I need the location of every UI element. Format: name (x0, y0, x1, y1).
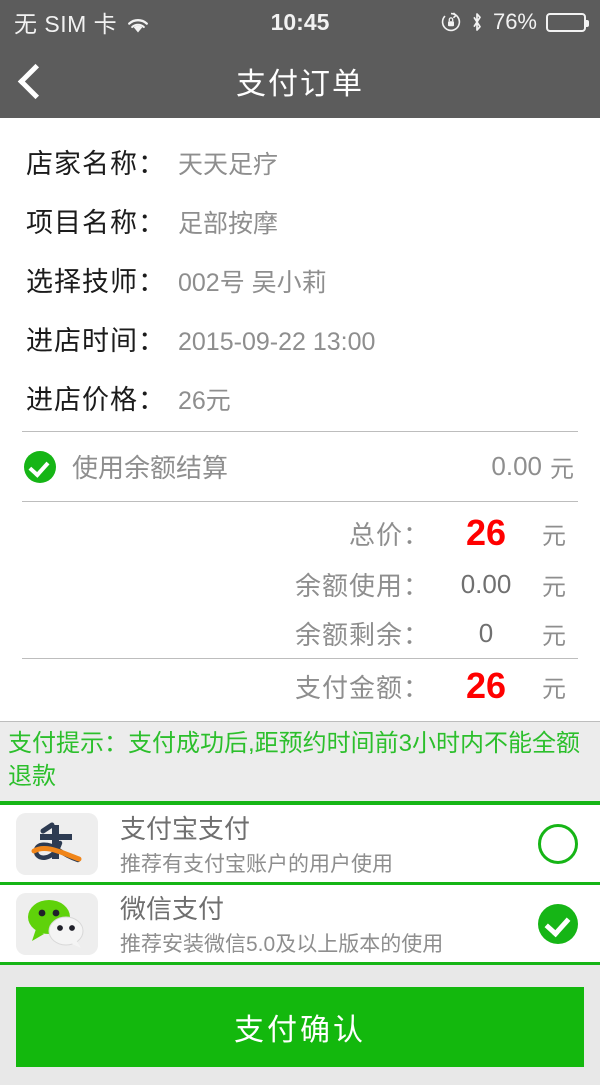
order-info-row: 进店时间： 2015-09-22 13:00 (0, 309, 600, 368)
alipay-icon (16, 812, 98, 875)
order-info-row: 进店价格： 26元 (0, 368, 600, 427)
summary-value: 26 (465, 512, 507, 553)
balance-label: 使用余额结算 (72, 453, 229, 483)
order-info-label: 进店价格： (26, 385, 166, 415)
page-title: 支付订单 (236, 68, 364, 101)
summary-label: 余额使用： (294, 571, 430, 601)
order-info-value: 2015-09-22 13:00 (178, 328, 376, 356)
order-info-label: 项目名称： (26, 208, 166, 238)
order-info-label: 进店时间： (26, 326, 166, 356)
back-chevron-icon (17, 63, 53, 99)
summary-label: 余额剩余： (294, 620, 430, 650)
wechat-text: 微信支付 推荐安装微信5.0及以上版本的使用 (120, 889, 443, 958)
summary-label: 总价： (348, 519, 430, 550)
status-bar-right: 76% (441, 9, 589, 35)
summary-value: 26 (465, 665, 507, 706)
order-info-list: 店家名称： 天天足疗 项目名称： 足部按摩 选择技师： 002号 吴小莉 进店时… (0, 118, 600, 431)
wifi-icon (126, 13, 150, 33)
payment-method-title: 支付宝支付 (120, 814, 251, 845)
balance-check-icon[interactable] (24, 450, 56, 483)
summary-value: 0 (478, 618, 494, 648)
summary-row-total: 总价： 26 元 (0, 506, 600, 560)
order-info-row: 项目名称： 足部按摩 (0, 191, 600, 250)
payment-summary: 总价： 26 元 余额使用： 0.00 元 余额剩余： 0 元 支付金额： 26… (0, 502, 600, 713)
order-info-label: 选择技师： (26, 267, 166, 297)
rotation-lock-icon (441, 12, 461, 32)
payment-method-subtitle: 推荐有支付宝账户的用户使用 (120, 853, 393, 877)
bluetooth-icon (470, 12, 484, 32)
alipay-radio[interactable] (538, 823, 578, 864)
summary-row-payable: 支付金额： 26 元 (0, 659, 600, 713)
battery-icon (546, 12, 589, 32)
payment-method-title: 微信支付 (120, 894, 225, 925)
summary-row-balance-remaining: 余额剩余： 0 元 (0, 609, 600, 658)
payment-method-subtitle: 推荐安装微信5.0及以上版本的使用 (120, 933, 444, 957)
order-info-value: 26元 (178, 387, 231, 415)
summary-unit: 元 (542, 623, 566, 650)
order-info-value: 天天足疗 (178, 151, 279, 179)
navigation-bar: 支付订单 (0, 44, 600, 118)
wechat-radio[interactable] (538, 903, 578, 944)
order-info-row: 店家名称： 天天足疗 (0, 132, 600, 191)
use-balance-row[interactable]: 使用余额结算 0.00 元 (0, 432, 600, 501)
status-bar: 无 SIM 卡 10:45 76% (0, 0, 600, 44)
wechat-pay-icon (16, 892, 98, 955)
back-button[interactable] (0, 44, 64, 118)
order-info-value: 002号 吴小莉 (178, 269, 327, 297)
summary-value: 0.00 (460, 569, 512, 599)
balance-amount: 0.00 (491, 451, 542, 481)
summary-label: 支付金额： (294, 672, 430, 703)
footer: 支付确认 (0, 965, 600, 1085)
carrier-label: 无 SIM 卡 (14, 11, 118, 37)
payment-notice: 支付提示：支付成功后,距预约时间前3小时内不能全额退款 (0, 721, 600, 806)
confirm-payment-button[interactable]: 支付确认 (16, 987, 584, 1068)
balance-unit: 元 (550, 456, 574, 483)
alipay-text: 支付宝支付 推荐有支付宝账户的用户使用 (120, 809, 393, 878)
payment-method-wechat[interactable]: 微信支付 推荐安装微信5.0及以上版本的使用 (0, 885, 600, 966)
order-info-value: 足部按摩 (178, 210, 279, 238)
summary-unit: 元 (542, 675, 566, 703)
payment-method-alipay[interactable]: 支付宝支付 推荐有支付宝账户的用户使用 (0, 805, 600, 886)
order-info-row: 选择技师： 002号 吴小莉 (0, 250, 600, 309)
summary-unit: 元 (542, 522, 566, 550)
summary-unit: 元 (542, 574, 566, 601)
order-info-label: 店家名称： (26, 149, 166, 179)
payment-order-screen: 无 SIM 卡 10:45 76% 支付订单 店家名称： 天天足疗 项目名称： … (0, 0, 600, 1085)
battery-percent-label: 76% (492, 9, 537, 34)
status-bar-left: 无 SIM 卡 (14, 5, 150, 39)
summary-row-balance-used: 余额使用： 0.00 元 (0, 560, 600, 609)
